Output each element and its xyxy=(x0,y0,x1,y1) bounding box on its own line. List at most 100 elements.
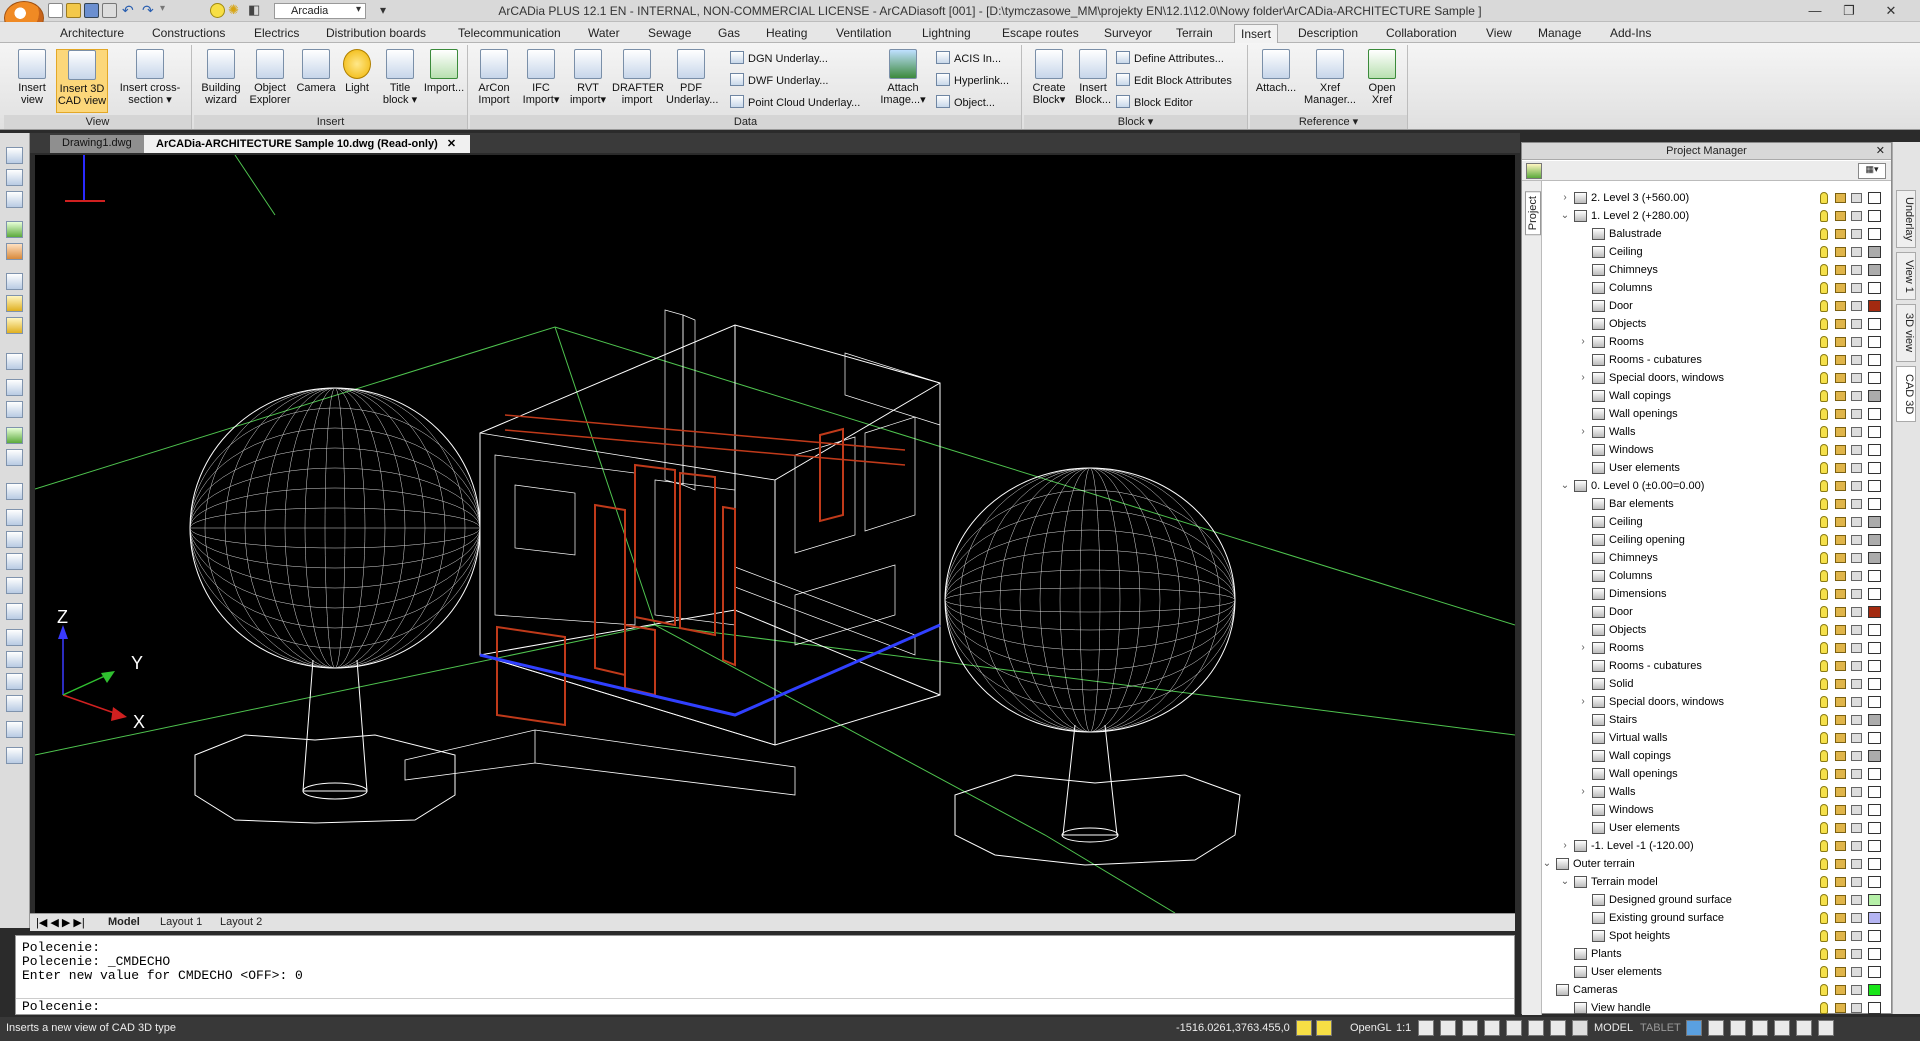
lock-icon[interactable] xyxy=(1835,985,1846,995)
tree-row[interactable]: Wall copings xyxy=(1542,387,1891,405)
visibility-bulb-icon[interactable] xyxy=(1820,786,1828,798)
cad-viewport[interactable]: Z Y X xyxy=(35,155,1515,913)
lock-icon[interactable] xyxy=(1835,607,1846,617)
print-icon[interactable] xyxy=(1851,787,1862,797)
layer-color-swatch[interactable] xyxy=(1868,588,1881,600)
print-icon[interactable] xyxy=(1851,859,1862,869)
ellipse-tool-icon[interactable] xyxy=(6,673,23,690)
tree-row[interactable]: Bar elements xyxy=(1542,495,1891,513)
tree-row[interactable]: Plants xyxy=(1542,945,1891,963)
layer-color-swatch[interactable] xyxy=(1868,498,1881,510)
grid-tool-icon[interactable] xyxy=(6,273,23,290)
print-icon[interactable] xyxy=(1851,949,1862,959)
lock-icon[interactable] xyxy=(1835,463,1846,473)
layer-color-swatch[interactable] xyxy=(1868,858,1881,870)
crosshair-status-icon[interactable] xyxy=(1572,1020,1588,1036)
print-icon[interactable] xyxy=(1851,247,1862,257)
tree-row[interactable]: › Rooms xyxy=(1542,333,1891,351)
tree-row[interactable]: User elements xyxy=(1542,963,1891,981)
acis-in-button[interactable]: ACIS In... xyxy=(936,51,1001,68)
layer-color-swatch[interactable] xyxy=(1868,372,1881,384)
insert-view-button[interactable]: Insert view xyxy=(8,49,56,106)
print-icon[interactable] xyxy=(1851,607,1862,617)
lock-icon[interactable] xyxy=(1835,1003,1846,1013)
tab-view-1[interactable]: View 1 xyxy=(1896,252,1916,300)
arcon-import-button[interactable]: ArCon Import xyxy=(472,49,516,106)
lock-icon[interactable] xyxy=(1835,895,1846,905)
tree-row[interactable]: › Rooms xyxy=(1542,639,1891,657)
import-button[interactable]: Import... xyxy=(422,49,466,94)
attach-button[interactable]: Attach... xyxy=(1252,49,1300,94)
tree-row[interactable]: Columns xyxy=(1542,567,1891,585)
tab-collaboration[interactable]: Collaboration xyxy=(1386,26,1457,40)
print-icon[interactable] xyxy=(1851,877,1862,887)
print-icon[interactable] xyxy=(1851,679,1862,689)
measure-tool-icon[interactable] xyxy=(6,317,23,334)
lock-icon[interactable] xyxy=(1835,715,1846,725)
lock-icon[interactable] xyxy=(1835,337,1846,347)
lock-icon[interactable] xyxy=(1835,391,1846,401)
tab-constructions[interactable]: Constructions xyxy=(152,26,225,40)
print-icon[interactable] xyxy=(1851,895,1862,905)
layer-color-swatch[interactable] xyxy=(1868,300,1881,312)
notification-icon[interactable] xyxy=(1818,1020,1834,1036)
layer-color-swatch[interactable] xyxy=(1868,966,1881,978)
object-tool-icon[interactable] xyxy=(6,221,23,238)
print-icon[interactable] xyxy=(1851,571,1862,581)
lock-icon[interactable] xyxy=(1835,481,1846,491)
lock-icon[interactable] xyxy=(1835,301,1846,311)
expand-toggle-icon[interactable]: ⌄ xyxy=(1560,207,1570,225)
print-icon[interactable] xyxy=(1851,751,1862,761)
tree-row[interactable]: Ceiling xyxy=(1542,513,1891,531)
customize-icon[interactable]: ▾ xyxy=(380,3,386,17)
rectangle-tool-icon[interactable] xyxy=(6,603,23,620)
visibility-bulb-icon[interactable] xyxy=(1820,480,1828,492)
layout-nav-first-icon[interactable]: |◀ ◀ ▶ ▶| xyxy=(36,916,85,929)
layer-color-swatch[interactable] xyxy=(1868,1002,1881,1014)
tab-view[interactable]: View xyxy=(1486,26,1512,40)
light-status-icon[interactable] xyxy=(1316,1020,1332,1036)
layer-color-swatch[interactable] xyxy=(1868,930,1881,942)
layer-color-swatch[interactable] xyxy=(1868,948,1881,960)
layer-color-swatch[interactable] xyxy=(1868,192,1881,204)
create-block-button[interactable]: Create Block▾ xyxy=(1028,49,1070,106)
expand-toggle-icon[interactable]: › xyxy=(1578,639,1588,657)
group-label-reference[interactable]: Reference ▾ xyxy=(1250,115,1407,129)
layer-color-swatch[interactable] xyxy=(1868,696,1881,708)
tree-row[interactable]: View handle xyxy=(1542,999,1891,1015)
lock-icon[interactable] xyxy=(1835,499,1846,509)
tab-layout-1[interactable]: Layout 1 xyxy=(160,916,202,928)
hardware-accel-icon[interactable] xyxy=(1796,1020,1812,1036)
print-icon[interactable] xyxy=(1851,805,1862,815)
visibility-bulb-icon[interactable] xyxy=(1820,696,1828,708)
visibility-bulb-icon[interactable] xyxy=(1820,1002,1828,1014)
visibility-bulb-icon[interactable] xyxy=(1820,588,1828,600)
object-explorer-button[interactable]: Object Explorer xyxy=(246,49,294,106)
print-icon[interactable] xyxy=(1851,193,1862,203)
ray-tool-icon[interactable] xyxy=(6,577,23,594)
tree-row[interactable]: Existing ground surface xyxy=(1542,909,1891,927)
print-icon[interactable] xyxy=(1851,445,1862,455)
properties-tool-icon[interactable] xyxy=(6,191,23,208)
tree-row[interactable]: Virtual walls xyxy=(1542,729,1891,747)
print-icon[interactable] xyxy=(1851,535,1862,545)
visibility-bulb-icon[interactable] xyxy=(1820,408,1828,420)
tree-row[interactable]: Wall openings xyxy=(1542,765,1891,783)
dwf-underlay-button[interactable]: DWF Underlay... xyxy=(730,73,828,90)
lock-icon[interactable] xyxy=(1835,805,1846,815)
layer-tool-icon[interactable] xyxy=(6,169,23,186)
lock-icon[interactable] xyxy=(1835,913,1846,923)
print-icon[interactable] xyxy=(1851,373,1862,383)
tree-row[interactable]: Door xyxy=(1542,297,1891,315)
layer-color-swatch[interactable] xyxy=(1868,390,1881,402)
zoom-tool-icon[interactable] xyxy=(6,379,23,396)
visibility-bulb-icon[interactable] xyxy=(1820,246,1828,258)
define-attributes-button[interactable]: Define Attributes... xyxy=(1116,51,1224,68)
layer-color-swatch[interactable] xyxy=(1868,642,1881,654)
lock-icon[interactable] xyxy=(1835,823,1846,833)
redo-icon[interactable]: ↷ xyxy=(142,3,157,18)
layer-color-swatch[interactable] xyxy=(1868,984,1881,996)
print-icon[interactable] xyxy=(1851,301,1862,311)
tab-underlay[interactable]: Underlay xyxy=(1896,190,1916,248)
print-icon[interactable] xyxy=(1851,481,1862,491)
